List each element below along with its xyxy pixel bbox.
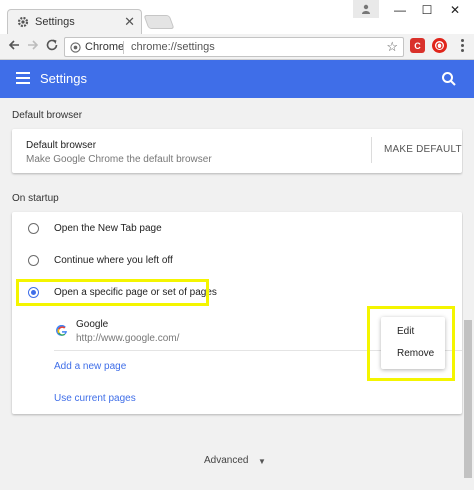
card-divider	[371, 137, 372, 163]
back-button[interactable]	[6, 38, 22, 54]
on-startup-card: Open the New Tab page Continue where you…	[12, 212, 462, 414]
default-browser-subtitle: Make Google Chrome the default browser	[26, 154, 212, 165]
default-browser-card: Default browser Make Google Chrome the d…	[12, 129, 462, 173]
chevron-down-icon[interactable]: ▼	[258, 457, 266, 466]
google-favicon-icon	[56, 325, 67, 336]
browser-toolbar: Chrome chrome://settings ☆	[0, 34, 474, 60]
default-browser-section-title: Default browser	[12, 110, 83, 121]
reload-icon	[46, 39, 58, 51]
tab-strip: Settings ✕ — ☐ ✕	[0, 0, 474, 34]
hamburger-menu-icon[interactable]	[16, 72, 30, 84]
add-new-page-link[interactable]: Add a new page	[54, 361, 126, 372]
new-tab-button[interactable]	[143, 15, 175, 29]
startup-option-new-tab[interactable]: Open the New Tab page	[12, 217, 462, 241]
scrollbar-thumb[interactable]	[464, 320, 472, 478]
chrome-icon	[70, 42, 81, 53]
user-icon	[362, 4, 370, 14]
reload-button[interactable]	[44, 38, 60, 54]
gear-icon	[17, 16, 29, 28]
security-chip[interactable]: Chrome	[85, 41, 124, 53]
page-title: Settings	[40, 71, 87, 86]
startup-page-url: http://www.google.com/	[76, 333, 180, 344]
forward-arrow-icon	[28, 40, 39, 50]
startup-option-label: Open the New Tab page	[54, 223, 162, 234]
url-text[interactable]: chrome://settings	[131, 41, 215, 53]
omnibox-divider	[123, 41, 124, 54]
use-current-pages-link[interactable]: Use current pages	[54, 393, 136, 404]
startup-option-continue[interactable]: Continue where you left off	[12, 249, 462, 273]
startup-option-label: Open a specific page or set of pages	[54, 287, 217, 298]
forward-button[interactable]	[25, 38, 41, 54]
back-arrow-icon	[8, 40, 19, 50]
page-context-menu: Edit Remove	[381, 317, 445, 369]
advanced-toggle[interactable]: Advanced	[204, 455, 248, 466]
maximize-button[interactable]: ☐	[412, 0, 442, 20]
search-icon[interactable]	[441, 71, 457, 87]
close-window-button[interactable]: ✕	[440, 0, 470, 20]
edit-menu-item[interactable]: Edit	[381, 321, 445, 343]
make-default-button[interactable]: MAKE DEFAULT	[384, 144, 462, 155]
chrome-menu-icon[interactable]	[456, 38, 468, 54]
remove-menu-item[interactable]: Remove	[381, 343, 445, 365]
tab-settings[interactable]: Settings ✕	[7, 9, 142, 34]
settings-header: Settings	[0, 60, 474, 98]
startup-option-specific-pages[interactable]: Open a specific page or set of pages	[12, 281, 462, 305]
radio-button[interactable]	[28, 223, 39, 234]
bookmark-star-icon[interactable]: ☆	[386, 39, 398, 55]
startup-option-label: Continue where you left off	[54, 255, 173, 266]
on-startup-section-title: On startup	[12, 193, 59, 204]
address-bar[interactable]: Chrome chrome://settings ☆	[64, 37, 404, 57]
opera-extension-icon[interactable]: O	[432, 38, 447, 53]
profile-button[interactable]	[353, 0, 379, 18]
tab-close-icon[interactable]: ✕	[124, 14, 135, 30]
shield-extension-icon[interactable]: C	[410, 38, 425, 53]
startup-page-name: Google	[76, 319, 109, 330]
tab-title: Settings	[35, 16, 75, 28]
radio-button-selected[interactable]	[28, 287, 39, 298]
minimize-button[interactable]: —	[385, 0, 415, 20]
radio-button[interactable]	[28, 255, 39, 266]
default-browser-title: Default browser	[26, 140, 97, 151]
